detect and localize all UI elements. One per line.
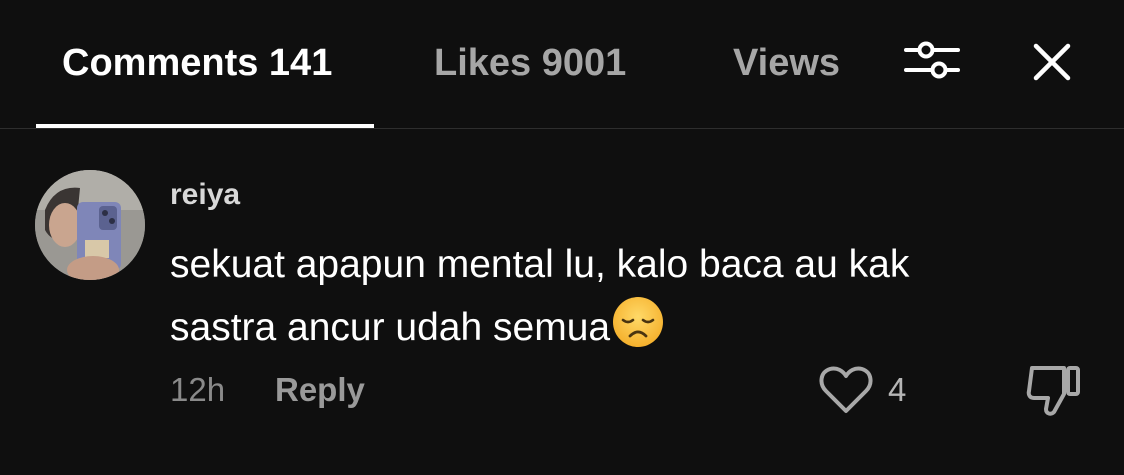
comment-text: sekuat apapun mental lu, kalo baca au ka… [170,243,910,349]
reply-button[interactable]: Reply [275,370,365,410]
comment-body: sekuat apapun mental lu, kalo baca au ka… [170,234,1000,359]
tab-comments[interactable]: Comments 141 [62,40,332,86]
comment-username[interactable]: reiya [170,176,240,214]
avatar[interactable] [35,170,145,280]
sliders-icon [904,41,960,79]
tab-bar: Comments 141 Likes 9001 Views [0,0,1124,128]
tab-views[interactable]: Views [733,40,840,86]
disappointed-face-emoji-icon [612,296,664,348]
comment-timestamp: 12h [170,371,226,408]
thumbs-down-icon [1026,366,1080,416]
heart-outline-icon [819,366,873,413]
tab-likes[interactable]: Likes 9001 [434,40,626,86]
header-divider [0,128,1124,129]
avatar-image [35,170,145,280]
like-count: 4 [888,371,907,408]
dislike-button[interactable] [1024,362,1082,418]
close-button[interactable] [1030,40,1074,84]
close-icon [1033,43,1071,81]
comments-panel: Comments 141 Likes 9001 Views reiya seku… [0,0,1124,475]
filter-button[interactable] [904,38,960,82]
like-button[interactable] [818,364,874,416]
